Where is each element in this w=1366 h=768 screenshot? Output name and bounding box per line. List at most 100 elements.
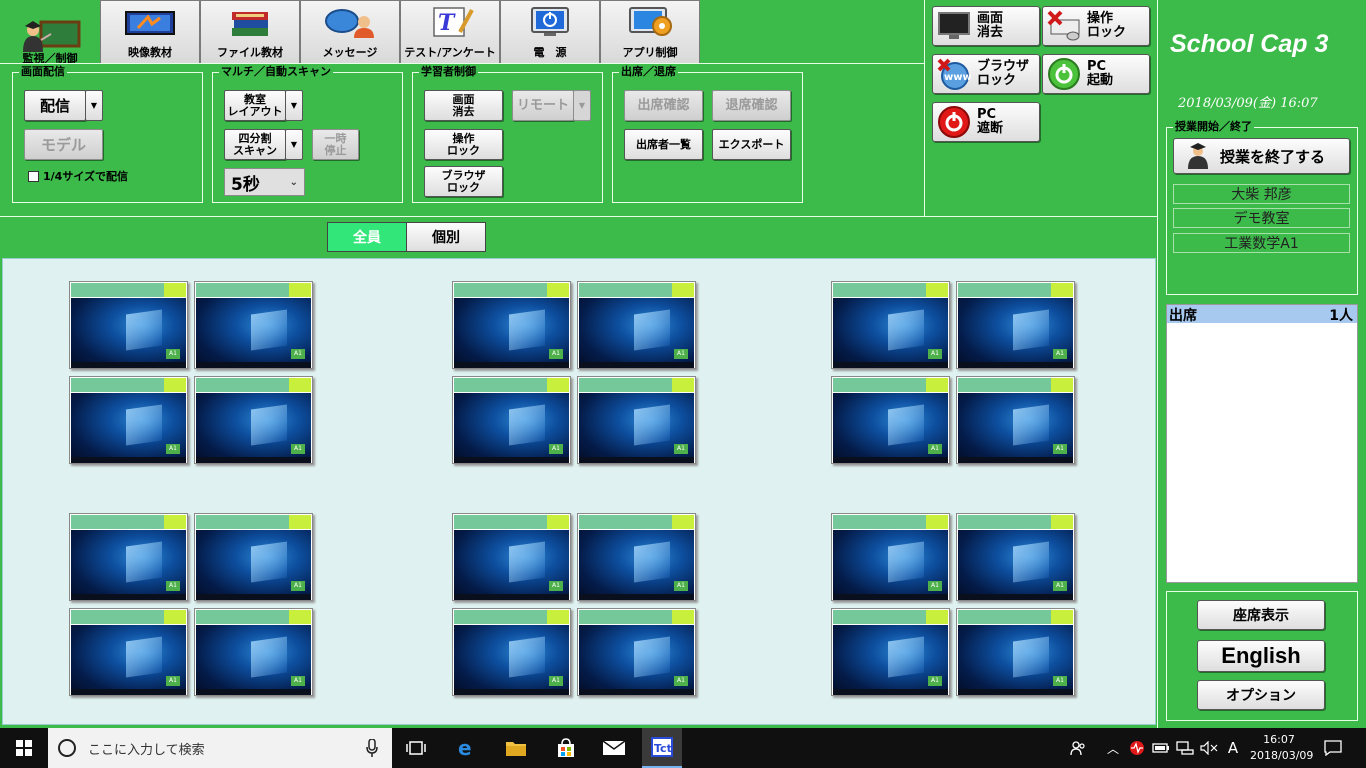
student-seat[interactable]: A1 (577, 608, 696, 696)
tab-label: アプリ制御 (622, 46, 678, 59)
options-button[interactable]: オプション (1197, 680, 1325, 710)
student-seat[interactable]: A1 (452, 608, 571, 696)
tray-app-icon[interactable] (1126, 728, 1148, 768)
english-button[interactable]: English (1197, 640, 1325, 672)
ime-indicator[interactable]: A (1222, 728, 1244, 768)
attendance-row[interactable]: 出席 1人 (1167, 305, 1357, 324)
power-on-icon (1048, 58, 1080, 90)
student-seat[interactable]: A1 (831, 376, 950, 464)
seat-screen-thumbnail: A1 (579, 625, 694, 695)
student-seat[interactable]: A1 (194, 513, 313, 601)
action-center-button[interactable] (1318, 728, 1348, 768)
tab-video-material[interactable]: 映像教材 (100, 0, 200, 63)
show-hidden-icons-button[interactable]: ︿ (1104, 728, 1122, 768)
quick-browser-lock-button[interactable]: www ブラウザ ロック (932, 54, 1040, 94)
quad-scan-button[interactable]: 四分割 スキャン (224, 129, 286, 160)
seat-title-bar (71, 378, 186, 392)
student-seat[interactable]: A1 (194, 608, 313, 696)
remote-button[interactable]: リモート (512, 90, 574, 121)
quad-scan-dropdown[interactable]: ▼ (285, 129, 303, 160)
student-seat[interactable]: A1 (194, 376, 313, 464)
student-seat[interactable]: A1 (194, 281, 313, 369)
end-class-button[interactable]: 授業を終了する (1173, 138, 1350, 174)
taskbar-search-box[interactable]: ここに入力して検索 (48, 728, 392, 768)
student-seat[interactable]: A1 (452, 281, 571, 369)
student-seat[interactable]: A1 (69, 608, 188, 696)
student-seat[interactable]: A1 (831, 281, 950, 369)
tab-file-material[interactable]: ファイル教材 (200, 0, 300, 63)
quick-clear-screen-button[interactable]: 画面 消去 (932, 6, 1040, 46)
quarter-size-option[interactable]: 1/4サイズで配信 (28, 168, 128, 184)
seat-screen-thumbnail: A1 (454, 393, 569, 463)
pc-start-button[interactable]: PC 起動 (1042, 54, 1150, 94)
student-seat[interactable]: A1 (452, 513, 571, 601)
seat-screen-thumbnail: A1 (833, 298, 948, 368)
edge-button[interactable]: e (448, 728, 484, 768)
attendee-list-button[interactable]: 出席者一覧 (624, 129, 703, 160)
seat-badge: A1 (674, 676, 688, 686)
seat-screen-thumbnail: A1 (833, 625, 948, 695)
view-individual-button[interactable]: 個別 (406, 222, 486, 252)
student-seat[interactable]: A1 (577, 376, 696, 464)
check-out-button[interactable]: 退席確認 (712, 90, 791, 121)
student-seat[interactable]: A1 (956, 376, 1075, 464)
check-in-button[interactable]: 出席確認 (624, 90, 703, 121)
remote-dropdown[interactable]: ▼ (573, 90, 591, 121)
attendance-count: 1人 (1329, 308, 1353, 324)
tab-app-control[interactable]: アプリ制御 (600, 0, 700, 63)
student-seat[interactable]: A1 (577, 513, 696, 601)
taskbar-clock[interactable]: 16:07 2018/03/09 (1250, 732, 1313, 764)
student-seat[interactable]: A1 (452, 376, 571, 464)
network-button[interactable] (1174, 728, 1196, 768)
student-seat[interactable]: A1 (956, 281, 1075, 369)
tab-message[interactable]: メッセージ (300, 0, 400, 63)
volume-button[interactable] (1198, 728, 1220, 768)
task-view-button[interactable] (398, 728, 434, 768)
attendance-label: 出席 (1169, 308, 1197, 324)
clear-screen-button[interactable]: 画面 消去 (424, 90, 503, 121)
schoolcap-taskbar-button[interactable]: Tct (642, 728, 682, 768)
file-explorer-button[interactable] (498, 728, 534, 768)
tab-power[interactable]: 電 源 (500, 0, 600, 63)
seat-title-bar (833, 378, 948, 392)
quarter-size-checkbox[interactable] (28, 170, 39, 182)
model-button[interactable]: モデル (24, 129, 103, 160)
student-seat[interactable]: A1 (956, 608, 1075, 696)
export-button[interactable]: エクスポート (712, 129, 791, 160)
start-button[interactable] (0, 728, 48, 768)
browser-lock-button[interactable]: ブラウザ ロック (424, 166, 503, 197)
microphone-icon[interactable] (366, 739, 378, 757)
pc-shutdown-button[interactable]: PC 遮断 (932, 102, 1040, 142)
classroom-layout-button[interactable]: 教室 レイアウト (224, 90, 286, 121)
classroom-layout-dropdown[interactable]: ▼ (285, 90, 303, 121)
deliver-dropdown[interactable]: ▼ (85, 90, 103, 121)
quick-operation-lock-button[interactable]: 操作 ロック (1042, 6, 1150, 46)
view-all-button[interactable]: 全員 (327, 222, 407, 252)
battery-button[interactable] (1150, 728, 1172, 768)
seat-status-tag (289, 283, 311, 297)
app-title: School Cap 3 (1170, 30, 1329, 58)
group-title: マルチ／自動スキャン (219, 65, 333, 79)
pause-button[interactable]: 一時 停止 (312, 129, 359, 160)
tab-test-survey[interactable]: T テスト/アンケート (400, 0, 500, 63)
seat-badge: A1 (166, 444, 180, 454)
student-seat[interactable]: A1 (69, 513, 188, 601)
student-seat[interactable]: A1 (69, 281, 188, 369)
store-button[interactable] (548, 728, 584, 768)
student-seat[interactable]: A1 (69, 376, 188, 464)
student-seat[interactable]: A1 (831, 608, 950, 696)
student-seat[interactable]: A1 (956, 513, 1075, 601)
operation-lock-button[interactable]: 操作 ロック (424, 129, 503, 160)
view-toggle-strip (0, 216, 1157, 256)
scan-interval-select[interactable]: 5秒 ⌄ (224, 168, 305, 196)
seat-title-bar (958, 515, 1073, 529)
seat-badge: A1 (166, 349, 180, 359)
student-seat[interactable]: A1 (577, 281, 696, 369)
mail-button[interactable] (596, 728, 632, 768)
folder-icon (506, 742, 526, 756)
deliver-button[interactable]: 配信 (24, 90, 86, 121)
tab-monitor-control[interactable]: 監視／制御 (0, 0, 100, 65)
student-seat[interactable]: A1 (831, 513, 950, 601)
people-button[interactable] (1066, 728, 1090, 768)
seat-view-button[interactable]: 座席表示 (1197, 600, 1325, 630)
